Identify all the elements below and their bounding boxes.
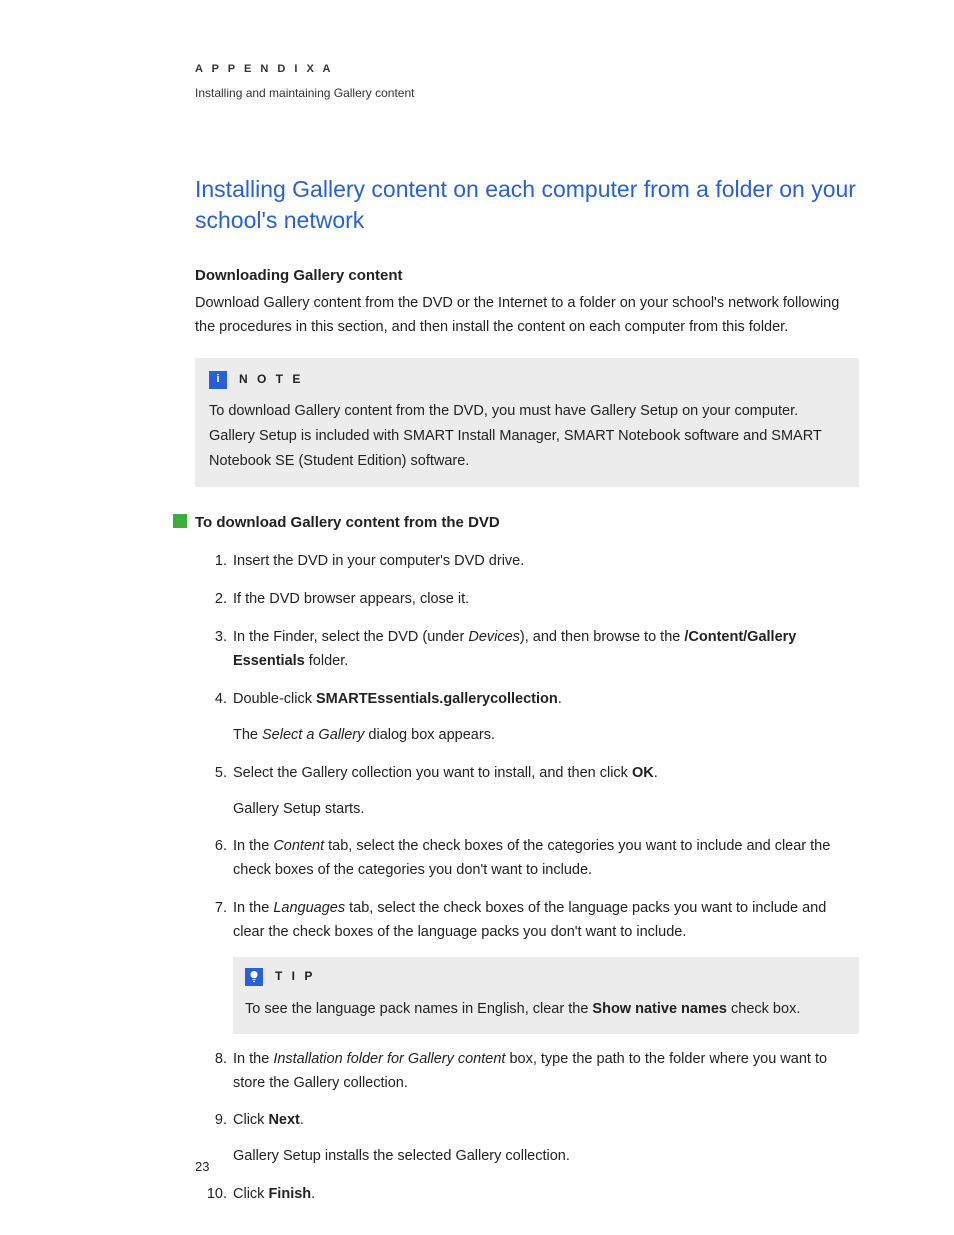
- step-text: folder.: [305, 653, 349, 669]
- info-icon: i: [209, 371, 227, 389]
- step-text: Double-click: [233, 691, 316, 707]
- step-text: .: [300, 1112, 304, 1128]
- step-emphasis: Languages: [273, 900, 345, 916]
- note-label: N O T E: [239, 370, 303, 390]
- note-callout: i N O T E To download Gallery content fr…: [195, 358, 859, 488]
- tip-head: T I P: [245, 967, 847, 987]
- step-8: 8.In the Installation folder for Gallery…: [233, 1048, 859, 1096]
- step-6: 6.In the Content tab, select the check b…: [233, 835, 859, 883]
- step-text: In the: [233, 838, 273, 854]
- page-title: Installing Gallery content on each compu…: [195, 174, 859, 236]
- step-text: Click: [233, 1112, 268, 1128]
- step-3: 3.In the Finder, select the DVD (under D…: [233, 626, 859, 674]
- appendix-label: A P P E N D I X A: [195, 60, 859, 78]
- tip-callout: T I P To see the language pack names in …: [233, 957, 859, 1033]
- step-text: Select the Gallery collection you want t…: [233, 765, 632, 781]
- subsection-title: Downloading Gallery content: [195, 264, 859, 289]
- tip-label: T I P: [275, 967, 315, 987]
- step-emphasis: Select a Gallery: [262, 727, 364, 743]
- step-4: 4.Double-click SMARTEssentials.galleryco…: [233, 688, 859, 748]
- lightbulb-icon: [245, 968, 263, 986]
- note-head: i N O T E: [209, 370, 845, 390]
- intro-paragraph: Download Gallery content from the DVD or…: [195, 292, 859, 340]
- step-text: In the: [233, 1051, 273, 1067]
- step-text: .: [311, 1186, 315, 1202]
- step-7: 7.In the Languages tab, select the check…: [233, 897, 859, 1033]
- page-number: 23: [195, 1156, 209, 1177]
- step-text: .: [654, 765, 658, 781]
- step-sub: Gallery Setup installs the selected Gall…: [233, 1145, 859, 1169]
- step-bold: OK: [632, 765, 654, 781]
- step-bold: Finish: [268, 1186, 311, 1202]
- step-text: ), and then browse to the: [520, 629, 684, 645]
- step-10: 10.Click Finish.: [233, 1183, 859, 1207]
- step-text: Insert the DVD in your computer's DVD dr…: [233, 553, 524, 569]
- step-emphasis: Devices: [468, 629, 520, 645]
- step-text: Click: [233, 1186, 268, 1202]
- step-sub: The Select a Gallery dialog box appears.: [233, 724, 859, 748]
- page-header: A P P E N D I X A Installing and maintai…: [195, 60, 859, 104]
- header-subtitle: Installing and maintaining Gallery conte…: [195, 84, 859, 104]
- procedure-title: To download Gallery content from the DVD: [195, 511, 859, 536]
- step-text: In the Finder, select the DVD (under: [233, 629, 468, 645]
- step-1: 1.Insert the DVD in your computer's DVD …: [233, 550, 859, 574]
- tip-body: To see the language pack names in Englis…: [245, 997, 847, 1022]
- note-body: To download Gallery content from the DVD…: [209, 399, 845, 473]
- step-9: 9.Click Next. Gallery Setup installs the…: [233, 1109, 859, 1169]
- step-text: In the: [233, 900, 273, 916]
- step-bold: Next: [268, 1112, 299, 1128]
- step-5: 5.Select the Gallery collection you want…: [233, 762, 859, 822]
- step-bold: SMARTEssentials.gallerycollection: [316, 691, 558, 707]
- step-sub: Gallery Setup starts.: [233, 798, 859, 822]
- step-emphasis: Content: [273, 838, 324, 854]
- tip-bold: Show native names: [592, 1001, 727, 1017]
- procedure-steps: 1.Insert the DVD in your computer's DVD …: [195, 550, 859, 1207]
- step-emphasis: Installation folder for Gallery content: [273, 1051, 505, 1067]
- step-2: 2.If the DVD browser appears, close it.: [233, 588, 859, 612]
- step-text: .: [558, 691, 562, 707]
- step-text: If the DVD browser appears, close it.: [233, 591, 469, 607]
